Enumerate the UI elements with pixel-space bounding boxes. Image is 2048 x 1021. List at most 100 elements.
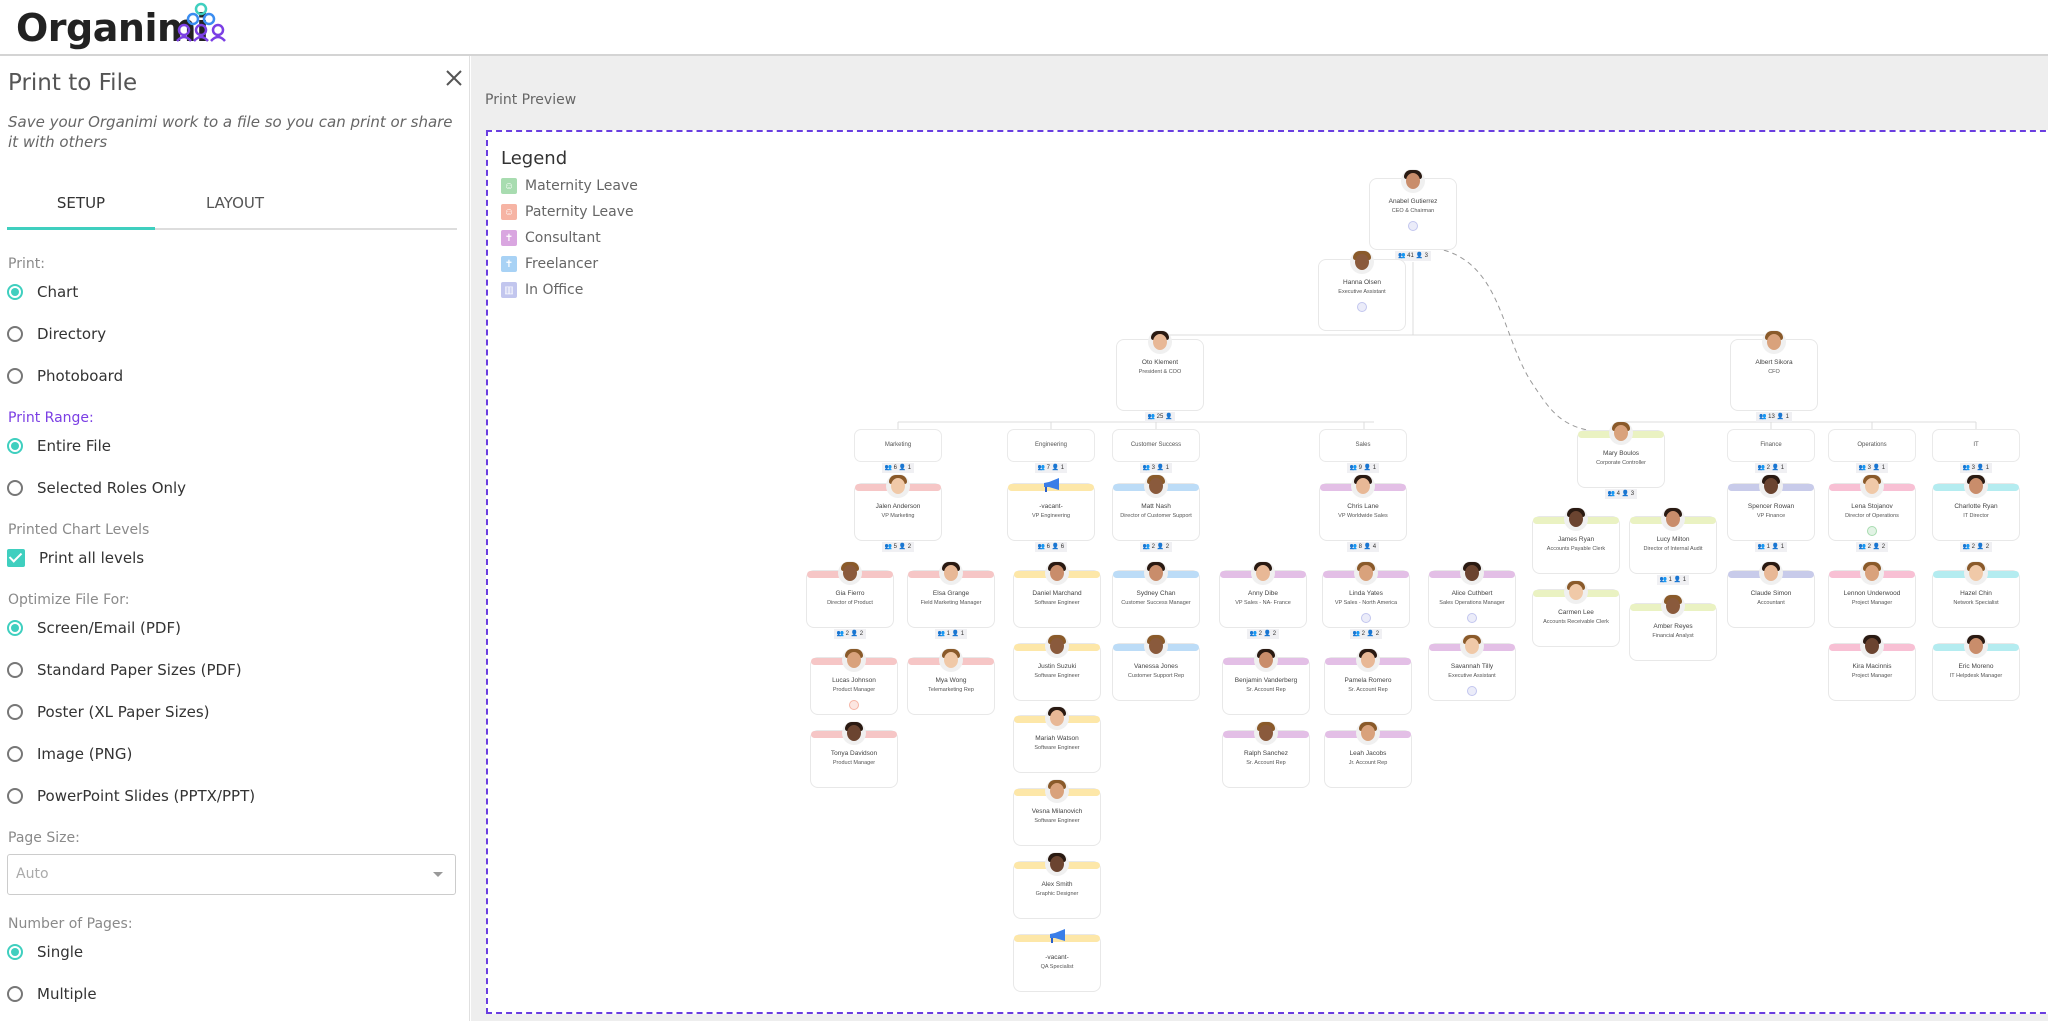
org-chart-node[interactable]: Lena Stojanov Director of Operations: [1828, 474, 1916, 541]
person-name: Albert Sikora: [1755, 359, 1793, 366]
person-role: Sr. Account Rep: [1246, 760, 1286, 766]
department-node[interactable]: IT: [1932, 429, 2020, 462]
tab-setup[interactable]: SETUP: [7, 188, 155, 230]
org-chart-node[interactable]: Carmen Lee Accounts Receivable Clerk: [1532, 580, 1620, 647]
print-option-chart[interactable]: Chart: [7, 280, 78, 304]
org-chart-node[interactable]: Hazel Chin Network Specialist: [1932, 561, 2020, 628]
org-chart-node[interactable]: Matt Nash Director of Customer Support: [1112, 474, 1200, 541]
org-chart-node[interactable]: Lucas Johnson Product Manager: [810, 648, 898, 715]
legend-label: Paternity Leave: [525, 204, 634, 220]
department-node[interactable]: Finance: [1727, 429, 1815, 462]
department-node[interactable]: Engineering: [1007, 429, 1095, 462]
option-label: Single: [37, 943, 84, 961]
person-icon: 👤: [1769, 465, 1781, 471]
org-chart-node[interactable]: Benjamin Vanderberg Sr. Account Rep: [1222, 648, 1310, 715]
avatar: [1351, 474, 1375, 498]
org-chart-node[interactable]: Vesna Milanovich Software Engineer: [1013, 779, 1101, 846]
radio-multiple[interactable]: [7, 986, 23, 1002]
org-chart-node[interactable]: Amber Reyes Financial Analyst: [1629, 594, 1717, 661]
radio-single[interactable]: [7, 944, 23, 960]
optimize-option-pptx[interactable]: PowerPoint Slides (PPTX/PPT): [7, 784, 255, 808]
page-size-select[interactable]: Auto: [7, 854, 456, 895]
org-chart-node[interactable]: Lucy Milton Director of Internal Audit: [1629, 507, 1717, 574]
radio-selected-roles[interactable]: [7, 480, 23, 496]
department-node[interactable]: Sales: [1319, 429, 1407, 462]
org-chart-node[interactable]: Tonya Davidson Product Manager: [810, 721, 898, 788]
org-chart-node[interactable]: Hanna Olsen Executive Assistant: [1318, 250, 1406, 331]
optimize-option-screen-pdf[interactable]: Screen/Email (PDF): [7, 616, 181, 640]
org-chart-node[interactable]: Jalen Anderson VP Marketing: [854, 474, 942, 541]
optimize-option-standard-pdf[interactable]: Standard Paper Sizes (PDF): [7, 658, 242, 682]
radio-photoboard[interactable]: [7, 368, 23, 384]
avatar: [838, 561, 862, 585]
checkbox-print-all-levels[interactable]: [7, 549, 25, 567]
print-all-levels-checkbox[interactable]: Print all levels: [7, 546, 144, 570]
org-chart-node[interactable]: Gia Fierro Director of Product: [806, 561, 894, 628]
department-node[interactable]: Marketing: [854, 429, 942, 462]
org-chart-node[interactable]: Kira Macinnis Project Manager: [1828, 634, 1916, 701]
org-chart-node[interactable]: -vacant- VP Engineering: [1007, 478, 1095, 541]
avatar: [1564, 507, 1588, 531]
org-chart-node[interactable]: Claude Simon Accountant: [1727, 561, 1815, 628]
person-role: Director of Customer Support: [1120, 513, 1192, 519]
department-node[interactable]: Customer Success: [1112, 429, 1200, 462]
avatar: [842, 721, 866, 745]
radio-chart[interactable]: [7, 284, 23, 300]
org-chart-node[interactable]: Sydney Chan Customer Success Manager: [1112, 561, 1200, 628]
print-option-directory[interactable]: Directory: [7, 322, 106, 346]
range-option-selected-roles[interactable]: Selected Roles Only: [7, 476, 186, 500]
org-chart-node[interactable]: Savannah Tilly Executive Assistant: [1428, 634, 1516, 701]
person-icon: ✝: [501, 230, 517, 246]
org-chart-node[interactable]: Mariah Watson Software Engineer: [1013, 706, 1101, 773]
org-chart-node[interactable]: Albert Sikora CFO: [1730, 330, 1818, 411]
org-chart-node[interactable]: Chris Lane VP Worldwide Sales: [1319, 474, 1407, 541]
org-chart-node[interactable]: Alex Smith Graphic Designer: [1013, 852, 1101, 919]
person-name: Spencer Rowan: [1747, 503, 1795, 510]
person-name: Hazel Chin: [1960, 590, 1992, 597]
radio-entire-file[interactable]: [7, 438, 23, 454]
org-chart-node[interactable]: Eric Moreno IT Helpdesk Manager: [1932, 634, 2020, 701]
org-chart-node[interactable]: Oto Klement President & COO: [1116, 330, 1204, 411]
radio-screen-pdf[interactable]: [7, 620, 23, 636]
pages-option-multiple[interactable]: Multiple: [7, 982, 97, 1006]
pages-option-single[interactable]: Single: [7, 940, 83, 964]
org-chart-node[interactable]: Leah Jacobs Jr. Account Rep: [1324, 721, 1412, 788]
person-name: Alice Cuthbert: [1451, 590, 1493, 597]
optimize-option-png[interactable]: Image (PNG): [7, 742, 132, 766]
org-chart-node[interactable]: Spencer Rowan VP Finance: [1727, 474, 1815, 541]
org-chart-node[interactable]: Charlotte Ryan IT Director: [1932, 474, 2020, 541]
tab-layout[interactable]: LAYOUT: [161, 188, 309, 228]
org-chart-node[interactable]: Lennon Underwood Project Manager: [1828, 561, 1916, 628]
org-chart-node[interactable]: Linda Yates VP Sales - North America: [1322, 561, 1410, 628]
radio-png[interactable]: [7, 746, 23, 762]
org-chart-node[interactable]: Daniel Marchand Software Engineer: [1013, 561, 1101, 628]
close-icon[interactable]: [442, 66, 466, 90]
org-chart-node[interactable]: Justin Suzuki Software Engineer: [1013, 634, 1101, 701]
org-chart-node[interactable]: Mya Wong Telemarketing Rep: [907, 648, 995, 715]
org-chart-node[interactable]: Anabel Gutierrez CEO & Chairman: [1369, 169, 1457, 250]
org-chart-node[interactable]: Alice Cuthbert Sales Operations Manager: [1428, 561, 1516, 628]
radio-directory[interactable]: [7, 326, 23, 342]
org-chart-node[interactable]: Mary Boulos Corporate Controller: [1577, 421, 1665, 488]
report-count-badge: 👥 2 👤 2: [1246, 629, 1280, 639]
radio-standard-pdf[interactable]: [7, 662, 23, 678]
range-option-entire-file[interactable]: Entire File: [7, 434, 111, 458]
org-chart-node[interactable]: Anny Dibe VP Sales - NA- France: [1219, 561, 1307, 628]
org-chart-node[interactable]: -vacant- QA Specialist: [1013, 929, 1101, 992]
radio-pptx[interactable]: [7, 788, 23, 804]
person-role: Financial Analyst: [1652, 633, 1694, 639]
org-chart-node[interactable]: Ralph Sanchez Sr. Account Rep: [1222, 721, 1310, 788]
department-node[interactable]: Operations: [1828, 429, 1916, 462]
org-chart-node[interactable]: Elsa Grange Field Marketing Manager: [907, 561, 995, 628]
org-chart-node[interactable]: Vanessa Jones Customer Support Rep: [1112, 634, 1200, 701]
radio-poster[interactable]: [7, 704, 23, 720]
option-label: Chart: [37, 283, 79, 301]
person-role: VP Sales - NA- France: [1235, 600, 1291, 606]
org-chart-node[interactable]: James Ryan Accounts Payable Clerk: [1532, 507, 1620, 574]
person-role: Accounts Payable Clerk: [1546, 546, 1606, 552]
optimize-option-poster[interactable]: Poster (XL Paper Sizes): [7, 700, 210, 724]
person-role: VP Sales - North America: [1334, 600, 1398, 606]
org-chart-node[interactable]: Pamela Romero Sr. Account Rep: [1324, 648, 1412, 715]
print-option-photoboard[interactable]: Photoboard: [7, 364, 123, 388]
person-name: James Ryan: [1557, 536, 1595, 543]
